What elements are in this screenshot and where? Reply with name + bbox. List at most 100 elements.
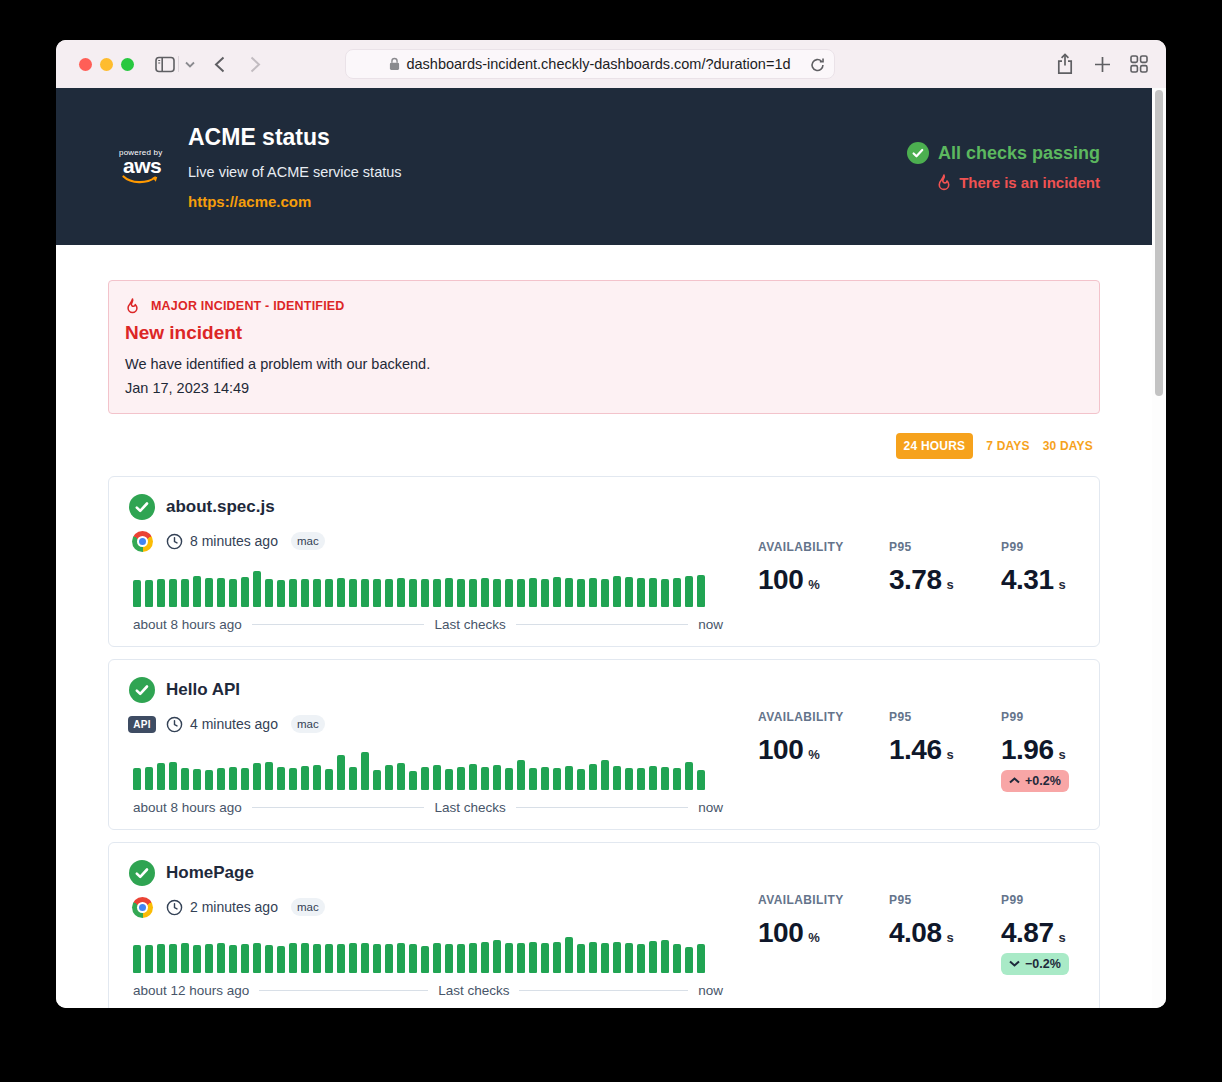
check-card-about-spec-js[interactable]: about.spec.js 8 minutes ago mac [108,476,1100,647]
status-bar [469,764,477,790]
chrome-browser-icon [132,531,153,552]
status-bar [421,946,429,973]
zoom-window-button[interactable] [121,58,134,71]
status-bar [613,576,621,607]
check-card-hello-api[interactable]: Hello API API 4 minutes ago mac [108,659,1100,830]
status-bar [301,766,309,790]
status-bar [493,940,501,973]
trend-badge-down: −0.2% [1001,953,1069,975]
status-bar [601,579,609,607]
status-bar [601,943,609,973]
page-subtitle: Live view of ACME service status [188,164,402,180]
incident-severity-label: MAJOR INCIDENT - IDENTIFIED [151,299,345,313]
status-bar [433,579,441,607]
status-bar [541,943,549,973]
tab-overview-icon[interactable] [1130,40,1148,88]
tab-7-days[interactable]: 7 DAYS [986,439,1029,453]
page-title: ACME status [188,124,402,151]
status-bar [505,943,513,973]
location-badge: mac [291,898,325,916]
status-bar [133,768,141,790]
flame-icon [936,173,952,191]
all-checks-passing-status: All checks passing [907,142,1100,164]
status-bar [649,578,657,607]
status-bar [553,768,561,790]
axis-line [516,807,689,808]
status-bar [697,575,705,607]
last-run-time: 4 minutes ago [190,716,278,732]
status-bar [205,578,213,607]
close-window-button[interactable] [79,58,92,71]
status-bar [265,945,273,973]
status-bar [481,767,489,790]
minimize-window-button[interactable] [100,58,113,71]
axis-line [252,807,425,808]
axis-mid-label: Last checks [434,800,505,815]
address-bar[interactable]: dashboards-incident.checkly-dashboards.c… [345,49,835,79]
status-bar [241,577,249,607]
acme-link[interactable]: https://acme.com [188,193,402,210]
status-bar [145,767,153,790]
browser-toolbar: dashboards-incident.checkly-dashboards.c… [56,40,1166,88]
axis-line [516,624,689,625]
status-bar [517,579,525,607]
status-bar [625,943,633,973]
status-bar [685,576,693,607]
incident-status-link[interactable]: There is an incident [907,173,1100,191]
status-bar [373,770,381,790]
status-bar [697,770,705,790]
chevron-up-icon [1009,777,1020,784]
chrome-browser-icon [132,897,153,918]
forward-button[interactable] [250,40,261,88]
url-text: dashboards-incident.checkly-dashboards.c… [406,56,790,72]
back-button[interactable] [214,40,225,88]
status-bar [361,943,369,973]
status-bar [589,942,597,973]
status-bar [577,579,585,607]
status-bar [217,578,225,607]
chevron-down-icon[interactable] [185,40,195,88]
axis-start-label: about 8 hours ago [133,617,242,632]
tab-24-hours[interactable]: 24 HOURS [896,433,974,459]
incident-banner: MAJOR INCIDENT - IDENTIFIED New incident… [108,280,1100,414]
status-bar [385,765,393,790]
status-bar [193,945,201,973]
window-controls[interactable] [79,58,134,71]
status-bar [313,944,321,973]
sidebar-icon[interactable] [155,40,175,88]
status-bar [325,769,333,790]
status-bar [277,767,285,790]
status-bar [481,578,489,607]
tab-30-days[interactable]: 30 DAYS [1043,439,1093,453]
status-bar [217,768,225,790]
status-bar [229,767,237,790]
api-check-badge: API [128,716,156,733]
status-bar [145,945,153,973]
last-run-time: 2 minutes ago [190,899,278,915]
status-bar [265,579,273,607]
status-bar-chart [133,929,723,973]
scrollbar[interactable] [1152,88,1166,1008]
status-bar [313,579,321,607]
status-bar [637,768,645,790]
axis-line [259,990,428,991]
status-bar [613,942,621,973]
status-bar [661,940,669,973]
location-badge: mac [291,715,325,733]
status-bar [673,944,681,973]
new-tab-icon[interactable] [1094,40,1111,88]
scrollbar-thumb[interactable] [1155,90,1163,396]
status-bar [565,937,573,973]
status-bar [505,768,513,790]
availability-metric: AVAILABILITY 100% [758,893,889,949]
check-passing-icon [129,494,155,520]
reload-icon[interactable] [810,57,825,73]
status-bar [541,767,549,790]
p95-metric: P95 1.46s [889,710,1001,766]
share-icon[interactable] [1056,40,1074,88]
status-bar [409,579,417,607]
status-bar [481,942,489,973]
check-card-homepage[interactable]: HomePage 2 minutes ago mac abou [108,842,1100,1008]
status-bar [157,944,165,973]
status-bar [493,579,501,607]
